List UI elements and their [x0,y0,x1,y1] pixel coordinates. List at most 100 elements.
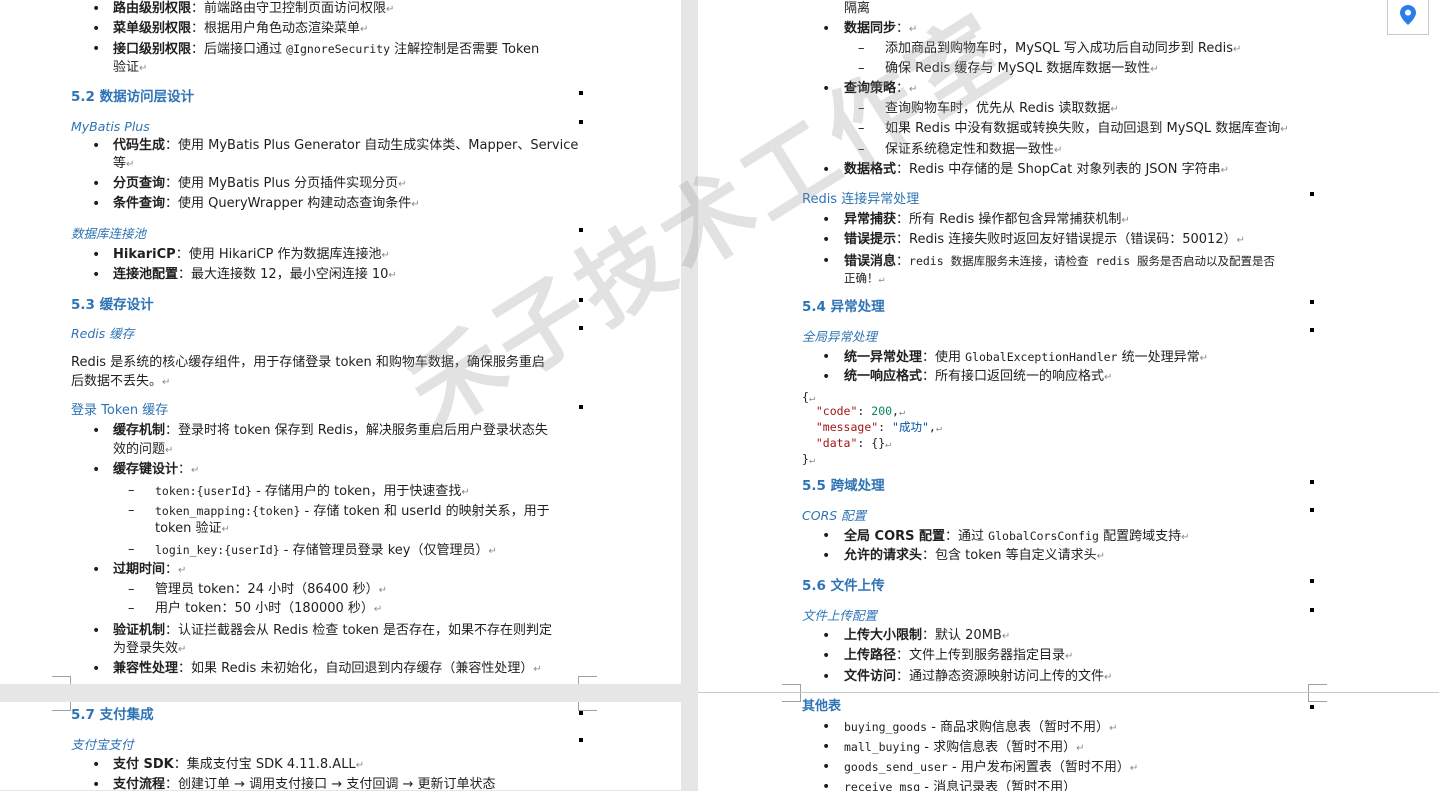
list-item: 兼容性处理：如果 Redis 未初始化，自动回退到内存缓存（兼容性处理）↵ [113,661,542,676]
map-pin-icon [1400,5,1416,29]
list-item: 统一响应格式：所有接口返回统一的响应格式↵ [844,369,1113,384]
list-item-continuation: 隔离 [844,1,871,16]
bullet: • [92,462,101,478]
margin-marker [579,91,583,95]
bullet: • [822,628,831,644]
list-item: receive_msg - 消息记录表（暂时不用） [844,780,1077,791]
bullet: • [92,562,101,578]
dash-bullet: – [858,41,865,56]
bullet: • [92,777,101,790]
dash-bullet: – [128,483,135,498]
list-item: 数据格式：Redis 中存储的是 ShopCat 对象列表的 JSON 字符串↵ [844,162,1230,177]
page-corner-mark [1308,684,1327,692]
bullet: • [822,548,831,564]
list-item: 上传大小限制：默认 20MB↵ [844,628,1011,643]
list-item-continuation: 正确！↵ [844,271,885,285]
margin-marker [1310,705,1314,709]
dash-bullet: – [128,503,135,518]
bullet: • [92,661,101,677]
document-page-4: 其他表 • buying_goods - 商品求购信息表（暂时不用）↵ • ma… [698,692,1439,791]
page-corner-mark [578,676,597,684]
page-corner-mark [1308,693,1327,702]
bullet: • [822,669,831,685]
margin-marker [1310,508,1314,512]
list-item: 错误提示：Redis 连接失败时返回友好错误提示（错误码：50012）↵ [844,232,1245,247]
heading-5-5: 5.5 跨域处理 [802,478,885,494]
page-corner-mark [578,702,597,711]
margin-marker [579,711,583,715]
sub-list-item: 确保 Redis 缓存与 MySQL 数据库数据一致性↵ [885,61,1159,76]
list-item: goods_send_user - 用户发布闲置表（暂时不用）↵ [844,760,1139,775]
bullet: • [822,232,831,248]
bullet: • [822,779,831,791]
dash-bullet: – [858,121,865,136]
sub-list-item: login_key:{userId} - 存储管理员登录 key（仅管理员）↵ [155,543,497,558]
list-item: 连接池配置：最大连接数 12，最小空闲连接 10↵ [113,267,397,282]
location-button[interactable] [1387,0,1429,35]
list-item: 过期时间：↵ [113,562,187,577]
list-item: 路由级别权限：前端路由守卫控制页面访问权限↵ [113,1,395,16]
list-item: 统一异常处理：使用 GlobalExceptionHandler 统一处理异常↵ [844,350,1209,365]
subheading-upload: 文件上传配置 [802,608,878,623]
list-item: 缓存机制：登录时将 token 保存到 Redis，解决服务重启后用户登录状态失 [113,423,548,438]
subheading-cors: CORS 配置 [802,508,867,523]
heading-5-7: 5.7 支付集成 [71,707,154,723]
list-item: 条件查询：使用 QueryWrapper 构建动态查询条件↵ [113,196,420,211]
list-item: 缓存键设计：↵ [113,462,200,477]
bullet: • [822,369,831,385]
list-item-continuation: 等↵ [113,156,135,171]
dash-bullet: – [858,101,865,116]
list-item: 分页查询：使用 MyBatis Plus 分页插件实现分页↵ [113,176,407,191]
margin-marker [1310,608,1314,612]
sub-list-item: 如果 Redis 中没有数据或转换失败，自动回退到 MySQL 数据库查询↵ [885,121,1289,136]
bullet: • [92,423,101,439]
sub-list-item: 管理员 token：24 小时（86400 秒）↵ [155,582,388,597]
bullet: • [822,212,831,228]
list-item: 全局 CORS 配置：通过 GlobalCorsConfig 配置跨域支持↵ [844,529,1190,544]
bullet: • [92,267,101,283]
bullet: • [822,648,831,664]
dash-bullet: – [128,582,135,597]
list-item: 允许的请求头：包含 token 等自定义请求头↵ [844,548,1106,563]
list-item: 文件访问：通过静态资源映射访问上传的文件↵ [844,669,1113,684]
margin-marker [1310,480,1314,484]
bullet: • [822,253,831,269]
bullet: • [92,247,101,263]
bullet: • [822,81,831,97]
list-item: 验证机制：认证拦截器会从 Redis 检查 token 是否存在，如果不存在则判… [113,623,552,638]
list-item-continuation: 效的问题↵ [113,442,174,457]
heading-other-tables: 其他表 [802,699,842,714]
margin-marker [579,120,583,124]
list-item: 查询策略：↵ [844,81,918,96]
list-item: buying_goods - 商品求购信息表（暂时不用）↵ [844,720,1118,735]
dash-bullet: – [858,142,865,157]
bullet: • [822,21,831,37]
list-item: 支付 SDK：集成支付宝 SDK 4.11.8.ALL↵ [113,757,365,772]
margin-marker [1310,300,1314,304]
sub-list-item-continuation: token 验证↵ [155,521,230,536]
margin-marker [579,738,583,742]
list-item: 菜单级别权限：根据用户角色动态渲染菜单↵ [113,21,369,36]
sub-list-item: 保证系统稳定性和数据一致性↵ [885,142,1063,157]
list-item: 代码生成：使用 MyBatis Plus Generator 自动生成实体类、M… [113,138,579,153]
bullet: • [822,528,831,544]
heading-5-2: 5.2 数据访问层设计 [71,89,195,105]
page-corner-mark [52,702,71,711]
subheading-redis-cache: Redis 缓存 [71,326,135,341]
paragraph-continuation: 后数据不丢失。↵ [71,374,171,389]
bullet: • [92,138,101,154]
bullet: • [92,623,101,639]
list-item: 数据同步：↵ [844,21,918,36]
dash-bullet: – [858,61,865,76]
page-corner-mark [782,684,801,692]
bullet: • [822,349,831,365]
list-item: 接口级别权限：后端接口通过 @IgnoreSecurity 注解控制是否需要 T… [113,42,540,57]
list-item: mall_buying - 求购信息表（暂时不用）↵ [844,740,1085,755]
bullet: • [92,176,101,192]
list-item: 异常捕获：所有 Redis 操作都包含异常捕获机制↵ [844,212,1130,227]
list-item: 上传路径：文件上传到服务器指定目录↵ [844,648,1074,663]
list-item: 支付流程：创建订单 → 调用支付接口 → 支付回调 → 更新订单状态 [113,777,496,790]
margin-marker [579,298,583,302]
subheading-token-cache: 登录 Token 缓存 [71,403,169,418]
margin-marker [1310,328,1314,332]
